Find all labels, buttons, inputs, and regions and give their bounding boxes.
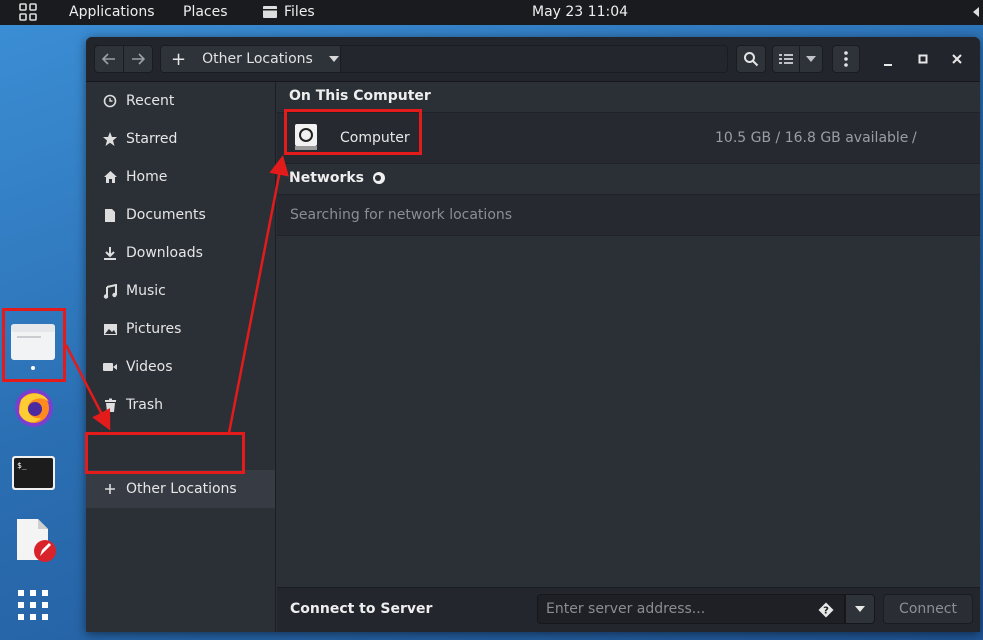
- firefox-dock-icon[interactable]: [13, 386, 55, 428]
- sidebar-item-label: Downloads: [126, 245, 203, 261]
- forward-button[interactable]: [123, 45, 153, 73]
- header-bar: + Other Locations: [86, 37, 980, 82]
- chevron-down-icon: [855, 606, 865, 612]
- files-window: + Other Locations Recent Starred Home Do…: [86, 37, 980, 632]
- path-bar[interactable]: + Other Locations: [160, 45, 728, 73]
- path-segment-label: Other Locations: [202, 51, 313, 67]
- sidebar-item-other-locations[interactable]: Other Locations: [86, 470, 275, 508]
- search-icon: [744, 52, 759, 67]
- terminal-icon: $_: [12, 456, 55, 490]
- minimize-button[interactable]: [880, 51, 896, 67]
- sidebar-item-documents[interactable]: Documents: [86, 196, 275, 234]
- sidebar: Recent Starred Home Documents Downloads …: [86, 82, 276, 632]
- clock-icon: [102, 93, 118, 109]
- svg-text:?: ?: [823, 606, 829, 617]
- networks-status: Searching for network locations: [290, 207, 513, 223]
- close-button[interactable]: [949, 51, 965, 67]
- kebab-menu-icon: [844, 51, 848, 67]
- chevron-down-icon: [328, 56, 339, 62]
- clock[interactable]: May 23 11:04: [532, 4, 628, 20]
- computer-space: 10.5 GB / 16.8 GB available: [715, 130, 909, 146]
- tray-icon[interactable]: [971, 5, 981, 19]
- picture-icon: [102, 321, 118, 337]
- top-bar: Applications Places Files May 23 11:04: [0, 0, 983, 25]
- computer-label: Computer: [340, 130, 410, 146]
- firefox-icon: [15, 389, 53, 427]
- networks-heading: Networks: [289, 170, 386, 186]
- plus-icon: [102, 481, 118, 497]
- server-address-placeholder: Enter server address...: [546, 601, 706, 617]
- sidebar-item-downloads[interactable]: Downloads: [86, 234, 275, 272]
- grid-icon[interactable]: [19, 3, 37, 21]
- text-editor-icon: [17, 519, 56, 562]
- sidebar-item-trash[interactable]: Trash: [86, 386, 275, 424]
- server-address-input[interactable]: Enter server address... ?: [537, 594, 845, 624]
- view-list-button[interactable]: [772, 45, 800, 73]
- files-icon: [263, 6, 277, 18]
- sidebar-item-label: Pictures: [126, 321, 182, 337]
- sidebar-item-label: Home: [126, 169, 168, 185]
- sidebar-item-pictures[interactable]: Pictures: [86, 310, 275, 348]
- files-menu-label: Files: [284, 4, 315, 20]
- other-locations-view: On This Computer Computer 10.5 GB / 16.8…: [277, 82, 980, 587]
- home-icon: [102, 169, 118, 185]
- sidebar-item-videos[interactable]: Videos: [86, 348, 275, 386]
- close-icon: [952, 54, 962, 64]
- recent-servers-button[interactable]: [845, 594, 875, 624]
- sidebar-item-label: Videos: [126, 359, 173, 375]
- sidebar-item-label: Music: [126, 283, 166, 299]
- folder-icon: [11, 324, 55, 370]
- text-editor-dock-icon[interactable]: [14, 518, 58, 564]
- computer-mount-point: /: [912, 130, 917, 146]
- spinner-icon: [373, 172, 386, 184]
- sidebar-item-label: Recent: [126, 93, 175, 109]
- star-icon: [102, 131, 118, 147]
- plus-icon: +: [171, 48, 187, 70]
- files-menu[interactable]: Files: [262, 4, 315, 20]
- menu-button[interactable]: [832, 45, 860, 73]
- sidebar-item-recent[interactable]: Recent: [86, 82, 275, 120]
- terminal-dock-icon[interactable]: $_: [11, 455, 56, 491]
- download-icon: [102, 245, 118, 261]
- search-button[interactable]: [736, 45, 766, 73]
- applications-menu[interactable]: Applications: [69, 4, 155, 20]
- computer-row[interactable]: Computer 10.5 GB / 16.8 GB available /: [277, 112, 980, 164]
- forward-arrow-icon: [132, 53, 145, 65]
- drive-icon: [294, 123, 318, 155]
- music-icon: [102, 283, 118, 299]
- back-arrow-icon: [102, 53, 115, 65]
- minimize-icon: [884, 64, 892, 66]
- document-icon: [102, 207, 118, 223]
- show-apps-dock-icon[interactable]: [16, 588, 50, 622]
- path-segment-other-locations[interactable]: + Other Locations: [161, 46, 341, 72]
- view-options-button[interactable]: [799, 45, 823, 73]
- sidebar-item-label: Trash: [126, 397, 163, 413]
- sidebar-item-label: Documents: [126, 207, 206, 223]
- sidebar-item-home[interactable]: Home: [86, 158, 275, 196]
- video-icon: [102, 359, 118, 375]
- maximize-icon: [918, 54, 928, 64]
- app-grid-icon: [18, 590, 48, 620]
- sidebar-item-starred[interactable]: Starred: [86, 120, 275, 158]
- list-view-icon: [779, 54, 793, 64]
- places-menu[interactable]: Places: [183, 4, 228, 20]
- chevron-down-icon: [806, 56, 816, 62]
- connect-to-server-bar: Connect to Server Enter server address..…: [277, 587, 980, 632]
- trash-icon: [102, 397, 118, 413]
- sidebar-item-music[interactable]: Music: [86, 272, 275, 310]
- sidebar-item-label: Starred: [126, 131, 178, 147]
- networks-row: Searching for network locations: [277, 194, 980, 236]
- back-button[interactable]: [94, 45, 124, 73]
- files-dock-icon[interactable]: [9, 318, 57, 372]
- connect-to-server-label: Connect to Server: [290, 601, 433, 617]
- help-icon[interactable]: ?: [818, 602, 834, 618]
- on-this-computer-heading: On This Computer: [289, 88, 431, 104]
- sidebar-item-label: Other Locations: [126, 481, 237, 497]
- networks-heading-label: Networks: [289, 170, 365, 186]
- maximize-button[interactable]: [915, 51, 931, 67]
- connect-button[interactable]: Connect: [883, 594, 973, 624]
- svg-text:$_: $_: [17, 461, 27, 470]
